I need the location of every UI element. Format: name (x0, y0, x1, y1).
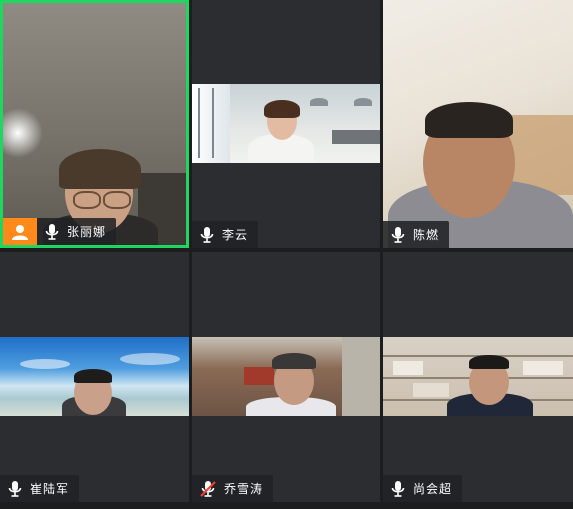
participant-video-1 (3, 3, 186, 245)
participant-name: 张丽娜 (67, 225, 107, 239)
microphone-icon[interactable] (391, 480, 405, 497)
name-tag: 乔雪涛 (192, 475, 274, 502)
name-tag: 陈燃 (383, 221, 450, 248)
name-tag: 李云 (192, 221, 259, 248)
participant-tile-6[interactable]: 尚会超 (383, 252, 573, 502)
participant-name: 崔陆军 (30, 482, 70, 496)
participant-tile-2[interactable]: 李云 (192, 0, 380, 248)
participant-name: 李云 (222, 228, 249, 242)
participant-tile-3[interactable]: 陈燃 (383, 0, 573, 248)
name-tag: 尚会超 (383, 475, 463, 502)
name-tag: 崔陆军 (0, 475, 80, 502)
person-icon (3, 218, 37, 245)
participant-tile-1[interactable]: 张丽娜 (0, 0, 189, 248)
microphone-icon[interactable] (45, 223, 59, 240)
participant-video-2 (192, 84, 380, 163)
microphone-icon[interactable] (200, 226, 214, 243)
participant-video-3 (383, 0, 573, 248)
video-grid: 张丽娜 李云 陈燃 崔陆军 乔雪涛 尚会超 (0, 0, 573, 509)
name-tag: 张丽娜 (3, 218, 117, 245)
participant-video-4 (0, 337, 189, 416)
participant-name: 尚会超 (413, 482, 453, 496)
participant-video-5 (192, 337, 380, 416)
participant-tile-4[interactable]: 崔陆军 (0, 252, 189, 502)
participant-name: 乔雪涛 (224, 482, 264, 496)
participant-video-6 (383, 337, 573, 416)
participant-name: 陈燃 (413, 228, 440, 242)
microphone-muted-icon[interactable] (200, 480, 216, 497)
microphone-icon[interactable] (391, 226, 405, 243)
participant-tile-5[interactable]: 乔雪涛 (192, 252, 380, 502)
microphone-icon[interactable] (8, 480, 22, 497)
